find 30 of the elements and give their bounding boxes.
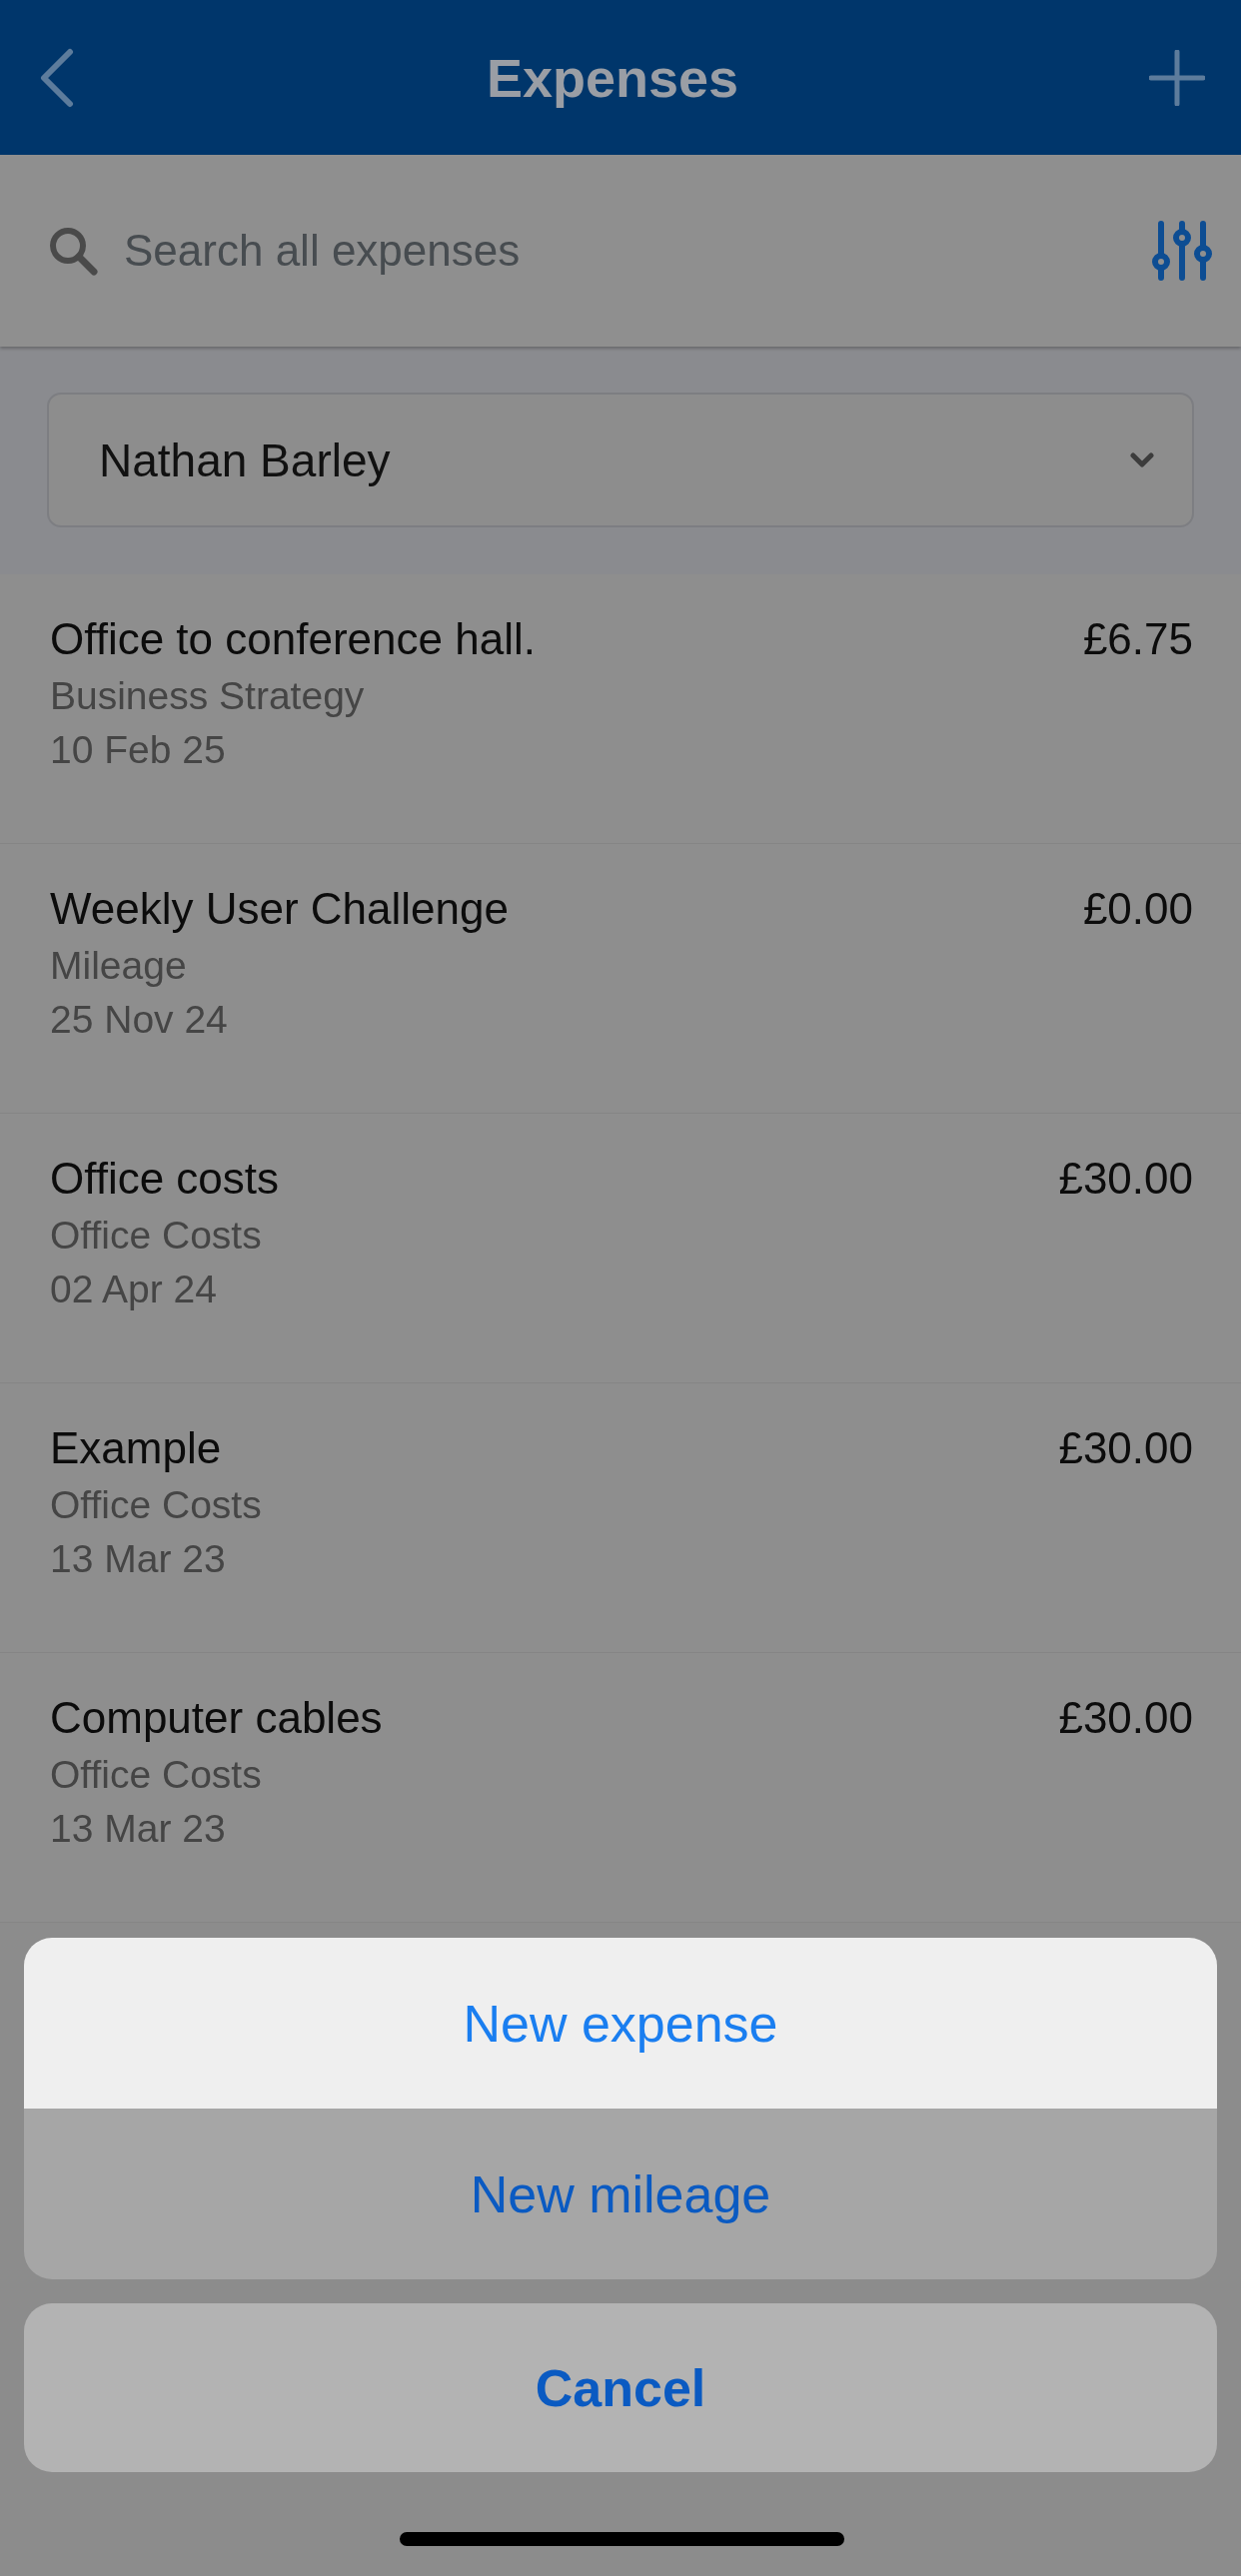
action-option[interactable]: New expense [24, 1938, 1217, 2109]
expense-category: Mileage [50, 944, 188, 988]
add-icon[interactable] [1149, 49, 1205, 106]
chevron-down-icon [1130, 451, 1154, 468]
screen-title: Expenses [486, 46, 739, 109]
expense-date: 25 Nov 24 [50, 998, 229, 1042]
expense-amount: £6.75 [1082, 614, 1193, 663]
person-dropdown[interactable]: Nathan Barley [47, 393, 1194, 527]
expense-title: Office costs [50, 1154, 280, 1204]
expense-category: Office Costs [50, 1483, 262, 1527]
expense-amount: £0.00 [1082, 884, 1193, 933]
action-option[interactable]: New mileage [24, 2109, 1217, 2279]
expense-title: Computer cables [50, 1693, 383, 1743]
expense-category: Office Costs [50, 1214, 263, 1258]
expense-category: Business Strategy [50, 674, 366, 718]
expense-date: 13 Mar 23 [50, 1537, 227, 1581]
expense-amount: £30.00 [1058, 1423, 1193, 1472]
cancel-button[interactable]: Cancel [24, 2303, 1217, 2472]
expense-date: 13 Mar 23 [50, 1807, 227, 1851]
expense-title: Weekly User Challenge [50, 884, 509, 934]
expense-category: Office Costs [50, 1753, 263, 1797]
expense-amount: £30.00 [1058, 1154, 1193, 1203]
search-field[interactable]: Search all expenses [122, 225, 1151, 277]
filter-sliders-icon[interactable] [1151, 220, 1213, 282]
expense-date: 02 Apr 24 [50, 1268, 218, 1311]
expense-date: 10 Feb 25 [50, 728, 227, 772]
expense-title: Example [50, 1423, 223, 1473]
expense-title: Office to conference hall. [50, 614, 536, 664]
search-icon [48, 226, 98, 276]
expense-amount: £30.00 [1058, 1693, 1193, 1742]
